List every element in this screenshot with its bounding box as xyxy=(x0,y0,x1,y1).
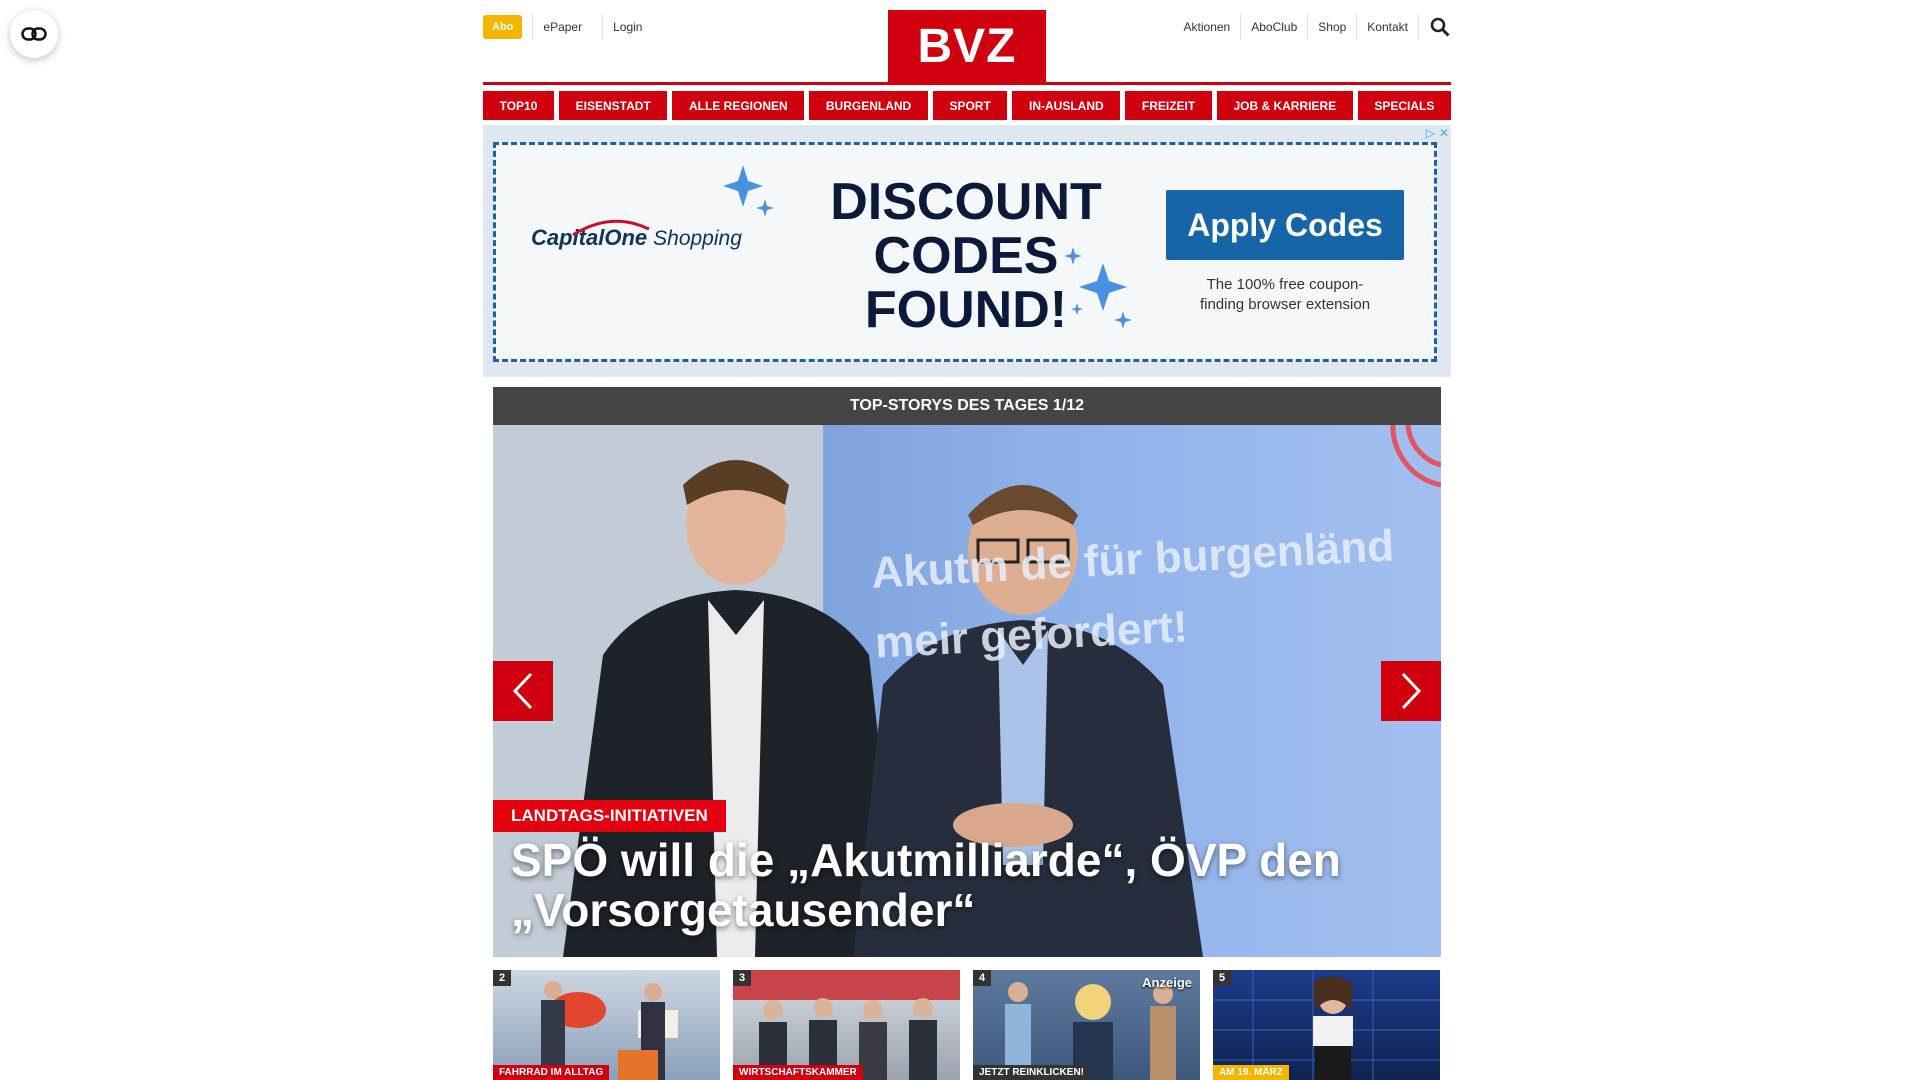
thumbnail-tag: WIRTSCHAFTSKAMMER xyxy=(733,1065,863,1080)
abo-button[interactable]: Abo xyxy=(483,15,523,39)
nav-freizeit[interactable]: FREIZEIT xyxy=(1125,91,1212,120)
chevron-right-icon xyxy=(1401,672,1422,710)
search-icon[interactable] xyxy=(1429,16,1451,38)
thumbnail-tag: JETZT REINKLICKEN! xyxy=(973,1065,1090,1080)
story-headline-line[interactable]: SPÖ will die „Akutmilliarde“, ÖVP den xyxy=(511,835,1411,885)
slide-background-text: Akutm de für burgenländ meir geforde­rt! xyxy=(870,511,1400,678)
story-headline[interactable]: SPÖ will die „Akutmilliarde“, ÖVP den „V… xyxy=(511,835,1411,935)
thumbnail-number: 2 xyxy=(493,970,512,986)
thumbnail-number: 4 xyxy=(973,970,992,986)
shop-link[interactable]: Shop xyxy=(1308,14,1358,40)
swoosh-icon xyxy=(572,219,650,237)
nav-in-ausland[interactable]: IN-AUSLAND xyxy=(1012,91,1121,120)
story-headline-line[interactable]: „Vorsorgetausender“ xyxy=(511,885,1411,935)
login-link[interactable]: Login xyxy=(602,14,652,40)
ad-content: CapitalOne Shopping DISCOUNT CODES FOUND… xyxy=(493,142,1437,362)
nav-top10[interactable]: TOP10 xyxy=(483,91,555,120)
story-thumbnail[interactable]: 4 Anzeige JETZT REINKLICKEN! xyxy=(973,970,1200,1080)
slide-image[interactable]: Akutm de für burgenländ meir geforde­rt!… xyxy=(493,425,1441,957)
thumbnail-image xyxy=(733,970,960,1080)
story-thumbnail[interactable]: 2 FAHRRAD IM ALLTAG xyxy=(493,970,720,1080)
apply-codes-button[interactable]: Apply Codes xyxy=(1166,190,1404,260)
story-thumbnails: 2 FAHRRAD IM ALLTAG 3 WIRTSCHAFTSKAMMER … xyxy=(493,970,1441,1080)
brand-sub: Shopping xyxy=(653,227,742,250)
thumbnail-number: 5 xyxy=(1213,970,1232,986)
ad-choices[interactable]: ▷ ✕ xyxy=(1426,126,1449,140)
thumbnail-number: 3 xyxy=(733,970,752,986)
ad-headline: DISCOUNT CODES FOUND! xyxy=(816,175,1116,337)
story-thumbnail[interactable]: 3 WIRTSCHAFTSKAMMER xyxy=(733,970,960,1080)
thumbnail-image xyxy=(541,981,678,1080)
ad-subtext-line: The 100% free coupon- xyxy=(1206,276,1364,293)
ad-subtext-line: finding browser extension xyxy=(1199,296,1371,313)
epaper-link[interactable]: ePaper xyxy=(532,14,592,40)
header-right: Aktionen AboClub Shop Kontakt xyxy=(1174,14,1451,40)
header-left: Abo ePaper Login xyxy=(483,14,652,40)
main-nav: TOP10 EISENSTADT ALLE REGIONEN BURGENLAN… xyxy=(483,91,1451,120)
slider-header: TOP-STORYS DES TAGES 1/12 xyxy=(493,387,1441,425)
slider-prev-button[interactable] xyxy=(493,661,553,721)
thumbnail-tag: AM 19. MÄRZ xyxy=(1213,1065,1289,1080)
sparkle-icon xyxy=(723,165,774,217)
nav-sport[interactable]: SPORT xyxy=(932,91,1008,120)
advertisement-banner[interactable]: ▷ ✕ CapitalOne Shopping DISCOUNT CODES F… xyxy=(483,125,1451,377)
nav-specials[interactable]: SPECIALS xyxy=(1357,91,1451,120)
thumbnail-image xyxy=(1213,970,1440,1080)
chevron-left-icon xyxy=(512,672,533,710)
ad-headline-line: CODES xyxy=(873,227,1059,285)
aktionen-link[interactable]: Aktionen xyxy=(1174,14,1242,40)
capital-one-logo: CapitalOne Shopping xyxy=(531,219,742,251)
bvz-logo[interactable]: BVZ xyxy=(888,10,1046,82)
ad-label: Anzeige xyxy=(1142,975,1192,990)
nav-job-karriere[interactable]: JOB & KARRIERE xyxy=(1216,91,1353,120)
extension-button[interactable] xyxy=(10,10,58,58)
story-thumbnail[interactable]: 5 AM 19. MÄRZ xyxy=(1213,970,1440,1080)
kontakt-link[interactable]: Kontakt xyxy=(1357,14,1419,40)
top-stories-slider: TOP-STORYS DES TAGES 1/12 Akutm de für b xyxy=(493,387,1441,957)
header-divider xyxy=(483,82,1451,85)
nav-alle-regionen[interactable]: ALLE REGIONEN xyxy=(672,91,805,120)
ad-subtext: The 100% free coupon- finding browser ex… xyxy=(1166,275,1404,315)
ad-headline-line: DISCOUNT xyxy=(830,173,1102,231)
page-wrapper: Abo ePaper Login BVZ Aktionen AboClub Sh… xyxy=(483,0,1451,1080)
nav-eisenstadt[interactable]: EISENSTADT xyxy=(559,91,668,120)
aboclub-link[interactable]: AboClub xyxy=(1241,14,1309,40)
slider-next-button[interactable] xyxy=(1381,661,1441,721)
header: Abo ePaper Login BVZ Aktionen AboClub Sh… xyxy=(483,0,1451,82)
ad-headline-line: FOUND! xyxy=(864,281,1068,339)
link-icon xyxy=(21,27,47,41)
thumbnail-tag: FAHRRAD IM ALLTAG xyxy=(493,1065,610,1080)
ad-info-icon[interactable]: ▷ xyxy=(1426,126,1435,140)
close-icon[interactable]: ✕ xyxy=(1439,126,1449,140)
story-kicker[interactable]: LANDTAGS-INITIATIVEN xyxy=(493,800,726,832)
nav-burgenland[interactable]: BURGENLAND xyxy=(809,91,928,120)
